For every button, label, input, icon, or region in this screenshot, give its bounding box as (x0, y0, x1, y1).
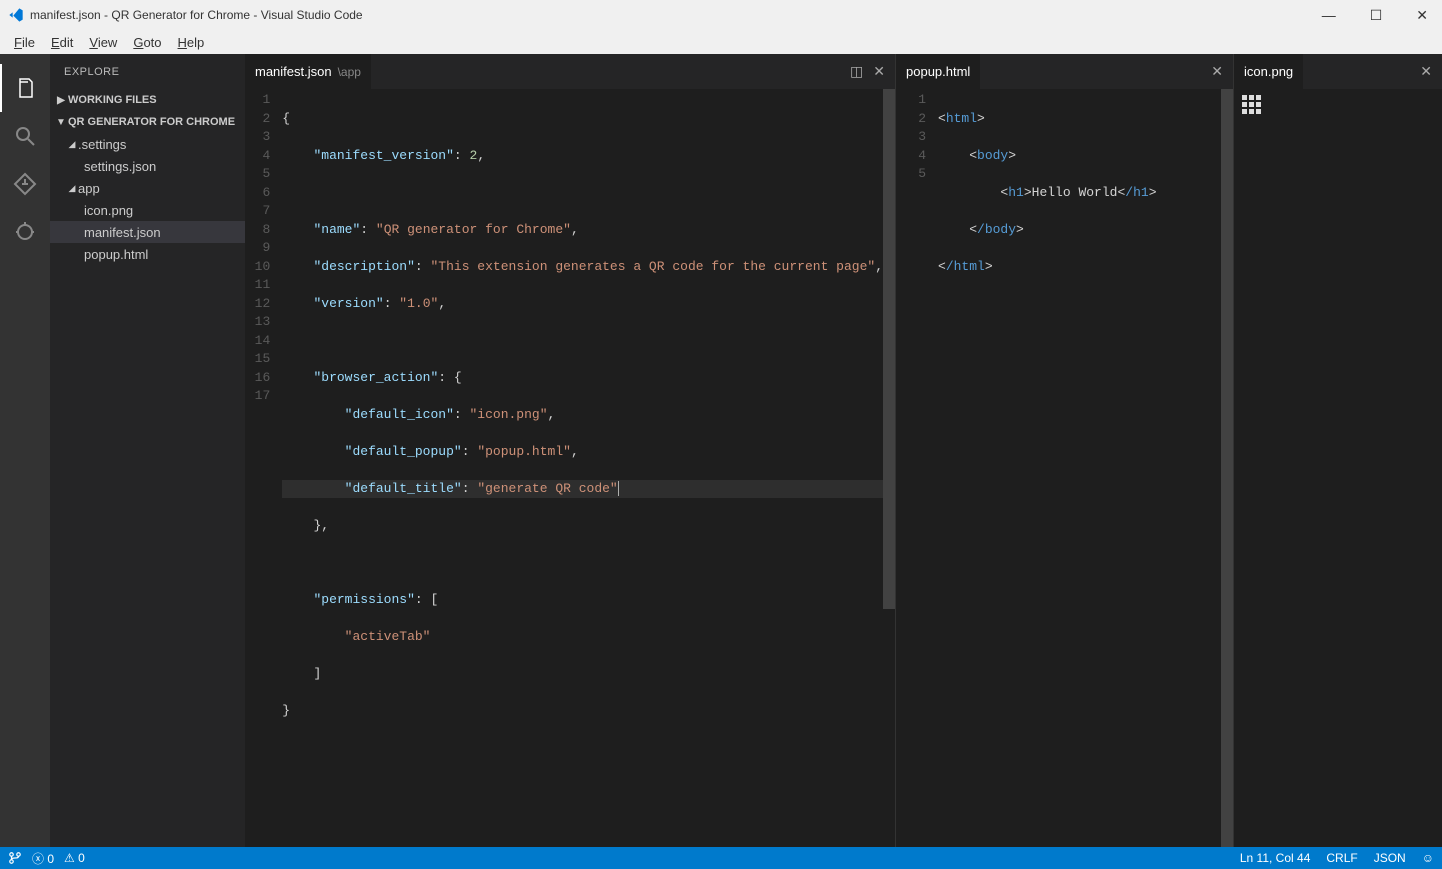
scrollbar[interactable] (883, 89, 895, 847)
git-branch-icon[interactable] (8, 851, 22, 866)
code-area[interactable]: <html> <body> <h1>Hello World</h1> </bod… (938, 89, 1221, 847)
tabbar-1: manifest.json \app ◫ ✕ (245, 54, 895, 89)
menu-file[interactable]: File (6, 33, 43, 52)
tab-manifest[interactable]: manifest.json \app (245, 54, 371, 89)
gutter: 123 456 789 101112 131415 1617 (245, 89, 282, 847)
tab-label: popup.html (906, 64, 970, 79)
activitybar (0, 54, 50, 847)
chevron-down-icon: ▼ (54, 117, 68, 128)
maximize-button[interactable]: ☐ (1364, 5, 1389, 26)
code-area[interactable]: { "manifest_version": 2, "name": "QR gen… (282, 89, 883, 847)
editor-pane-1: manifest.json \app ◫ ✕ 123 456 789 10111… (245, 54, 895, 847)
menu-help[interactable]: Help (170, 33, 213, 52)
tabbar-2: popup.html ✕ (896, 54, 1233, 89)
editor-1[interactable]: 123 456 789 101112 131415 1617 { "manife… (245, 89, 895, 847)
file-label: manifest.json (84, 225, 161, 240)
file-label: settings.json (84, 159, 156, 174)
scrollbar[interactable] (1221, 89, 1233, 847)
editor-pane-2: popup.html ✕ 123 45 <html> <body> <h1>He… (895, 54, 1233, 847)
split-editor-icon[interactable]: ◫ (850, 63, 863, 80)
feedback-icon[interactable]: ☺ (1422, 851, 1434, 865)
tabbar-3: icon.png ✕ (1234, 54, 1442, 89)
gutter: 123 45 (896, 89, 938, 847)
file-popup-html[interactable]: popup.html (50, 243, 245, 265)
chevron-right-icon: ▶ (54, 95, 68, 106)
chevron-down-icon: ◢ (66, 183, 78, 194)
window-title: manifest.json - QR Generator for Chrome … (30, 8, 1316, 22)
chevron-down-icon: ◢ (66, 139, 78, 150)
working-files-label: WORKING FILES (68, 94, 157, 106)
warnings-count[interactable]: ⚠ 0 (64, 851, 85, 865)
file-settings-json[interactable]: settings.json (50, 155, 245, 177)
folder-settings[interactable]: ◢ .settings (50, 133, 245, 155)
file-icon-png[interactable]: icon.png (50, 199, 245, 221)
text-cursor (618, 481, 620, 496)
file-label: icon.png (84, 203, 133, 218)
working-files-header[interactable]: ▶ WORKING FILES (50, 89, 245, 111)
statusbar: ⓧ 0 ⚠ 0 Ln 11, Col 44 CRLF JSON ☺ (0, 847, 1442, 869)
file-manifest-json[interactable]: manifest.json (50, 221, 245, 243)
eol-indicator[interactable]: CRLF (1326, 851, 1357, 865)
search-icon[interactable] (0, 112, 50, 160)
debug-icon[interactable] (0, 208, 50, 256)
titlebar: manifest.json - QR Generator for Chrome … (0, 0, 1442, 30)
menu-view[interactable]: View (81, 33, 125, 52)
close-tab-icon[interactable]: ✕ (873, 63, 885, 80)
close-button[interactable]: ✕ (1410, 5, 1434, 26)
tab-label: manifest.json (255, 64, 332, 79)
vscode-logo-icon (8, 7, 24, 23)
language-mode[interactable]: JSON (1374, 851, 1406, 865)
image-preview[interactable] (1234, 89, 1442, 847)
cursor-position[interactable]: Ln 11, Col 44 (1240, 851, 1311, 865)
folder-app[interactable]: ◢ app (50, 177, 245, 199)
menubar: File Edit View Goto Help (0, 30, 1442, 54)
menu-edit[interactable]: Edit (43, 33, 81, 52)
qr-code-icon (1242, 95, 1262, 115)
explorer-icon[interactable] (0, 64, 50, 112)
project-label: QR GENERATOR FOR CHROME (68, 116, 235, 128)
folder-label: app (78, 181, 100, 196)
project-header[interactable]: ▼ QR GENERATOR FOR CHROME (50, 111, 245, 133)
tab-icon[interactable]: icon.png (1234, 54, 1303, 89)
sidebar-header: EXPLORE (50, 54, 245, 89)
editor-pane-3: icon.png ✕ (1233, 54, 1442, 847)
tab-popup[interactable]: popup.html (896, 54, 980, 89)
file-label: popup.html (84, 247, 148, 262)
tab-path: \app (338, 65, 361, 79)
menu-goto[interactable]: Goto (125, 33, 169, 52)
git-icon[interactable] (0, 160, 50, 208)
close-tab-icon[interactable]: ✕ (1420, 63, 1432, 80)
folder-label: .settings (78, 137, 126, 152)
tab-label: icon.png (1244, 64, 1293, 79)
errors-count[interactable]: ⓧ 0 (32, 850, 54, 867)
minimize-button[interactable]: — (1316, 5, 1342, 26)
sidebar: EXPLORE ▶ WORKING FILES ▼ QR GENERATOR F… (50, 54, 245, 847)
close-tab-icon[interactable]: ✕ (1211, 63, 1223, 80)
editor-2[interactable]: 123 45 <html> <body> <h1>Hello World</h1… (896, 89, 1233, 847)
